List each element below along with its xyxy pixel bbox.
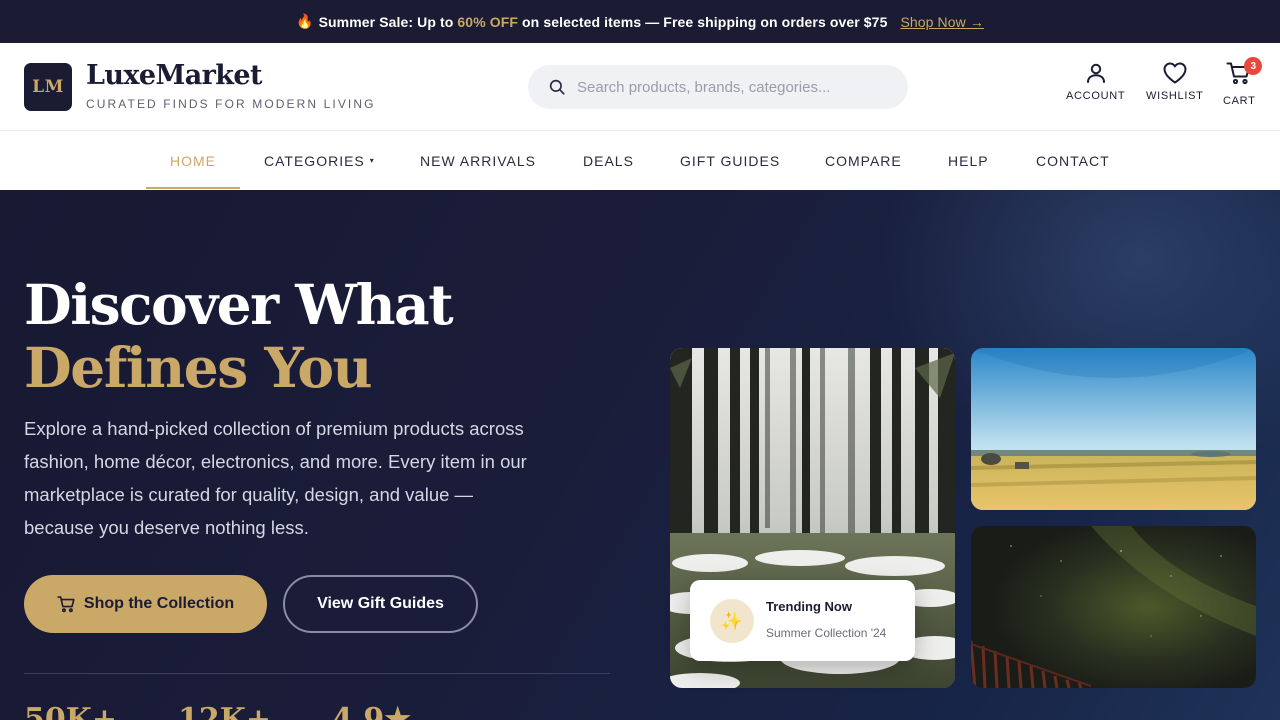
- shop-collection-label: Shop the Collection: [83, 595, 235, 612]
- nav-item-help[interactable]: HELP: [948, 131, 989, 190]
- account-button[interactable]: ACCOUNT: [1066, 61, 1125, 102]
- promo-highlight: 60% OFF: [457, 13, 519, 30]
- trending-subtitle: Summer Collection '24: [766, 626, 887, 640]
- nav-label: GIFT GUIDES: [680, 152, 781, 169]
- hero-title-line1: Discover What: [24, 272, 454, 337]
- logo[interactable]: LM: [24, 63, 72, 111]
- active-nav-indicator: [146, 187, 240, 189]
- wishlist-button[interactable]: WISHLIST: [1146, 61, 1204, 102]
- hero-divider: [24, 673, 610, 674]
- cart-count-badge: 3: [1244, 57, 1263, 75]
- nav-item-new-arrivals[interactable]: NEW ARRIVALS: [420, 131, 536, 190]
- brand-tagline: CURATED FINDS FOR MODERN LIVING: [86, 97, 376, 111]
- cart-label: CART: [1223, 95, 1256, 107]
- promo-bar: 🔥 Summer Sale: Up to 60% OFF on selected…: [0, 0, 1280, 43]
- main-nav: HOME CATEGORIES ▾ NEW ARRIVALS DEALS GIFT…: [0, 131, 1280, 190]
- nav-item-contact[interactable]: CONTACT: [1036, 131, 1110, 190]
- hero-description: Explore a hand-picked collection of prem…: [24, 418, 527, 538]
- heart-icon: [1163, 62, 1187, 84]
- site-header: LM LuxeMarket CURATED FINDS FOR MODERN L…: [0, 43, 1280, 131]
- stat-value: 12K+: [178, 702, 271, 720]
- nav-item-home[interactable]: HOME: [170, 131, 216, 190]
- promo-text-after: on selected items — Free shipping on ord…: [522, 13, 888, 30]
- nav-label: HOME: [170, 152, 216, 169]
- account-label: ACCOUNT: [1066, 90, 1126, 102]
- search-input[interactable]: [577, 78, 877, 96]
- sparkles-icon: ✨: [710, 599, 754, 643]
- shop-collection-button[interactable]: Shop the Collection: [24, 575, 267, 633]
- nav-item-gift-guides[interactable]: GIFT GUIDES: [680, 131, 780, 190]
- user-icon: [1086, 63, 1105, 83]
- stat-value: 50K+: [24, 702, 117, 720]
- nav-item-compare[interactable]: COMPARE: [825, 131, 902, 190]
- view-gift-guides-button[interactable]: View Gift Guides: [283, 575, 478, 633]
- fire-icon: 🔥: [296, 13, 314, 29]
- night-sky-image[interactable]: [971, 526, 1256, 688]
- nav-item-categories[interactable]: CATEGORIES ▾: [264, 131, 375, 190]
- trending-title: Trending Now: [766, 599, 852, 614]
- shop-now-link[interactable]: Shop Now →: [900, 14, 983, 30]
- cart-icon: [57, 596, 75, 613]
- hero-title-line2: Defines You: [24, 335, 373, 400]
- nav-label: CATEGORIES: [264, 152, 365, 169]
- search-icon: [549, 79, 565, 95]
- nav-item-deals[interactable]: DEALS: [583, 131, 634, 190]
- promo-text: Summer Sale: Up to: [318, 13, 454, 30]
- nav-label: COMPARE: [825, 152, 902, 169]
- chevron-down-icon: ▾: [369, 156, 375, 165]
- wishlist-label: WISHLIST: [1146, 90, 1204, 102]
- cart-button[interactable]: 3 CART: [1223, 57, 1263, 107]
- nav-label: HELP: [948, 152, 989, 169]
- search-bar[interactable]: [528, 65, 908, 109]
- stat-value: 4.9★: [332, 702, 412, 720]
- nav-label: DEALS: [583, 152, 634, 169]
- brand-name[interactable]: LuxeMarket: [86, 60, 262, 91]
- nav-label: NEW ARRIVALS: [420, 152, 536, 169]
- hero-section: Discover What Defines You Explore a hand…: [0, 190, 1280, 720]
- nav-label: CONTACT: [1036, 152, 1110, 169]
- trending-card[interactable]: ✨ Trending Now Summer Collection '24: [690, 580, 915, 661]
- field-image[interactable]: [971, 348, 1256, 510]
